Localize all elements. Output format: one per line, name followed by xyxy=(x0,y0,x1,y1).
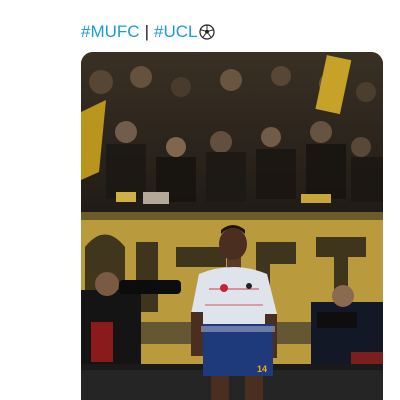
tweet-text: #MUFC | #UCL xyxy=(81,20,216,44)
soccer-ball-icon xyxy=(199,24,216,40)
tweet-photo[interactable]: 14 xyxy=(81,52,383,400)
shirt-number: 14 xyxy=(257,364,267,374)
hashtag-ucl[interactable]: #UCL xyxy=(154,22,197,42)
photo-scene: 14 xyxy=(81,52,383,400)
tweet: #MUFC | #UCL 14 xyxy=(0,0,400,400)
separator: | xyxy=(144,22,149,41)
hashtag-mufc[interactable]: #MUFC xyxy=(81,22,140,42)
